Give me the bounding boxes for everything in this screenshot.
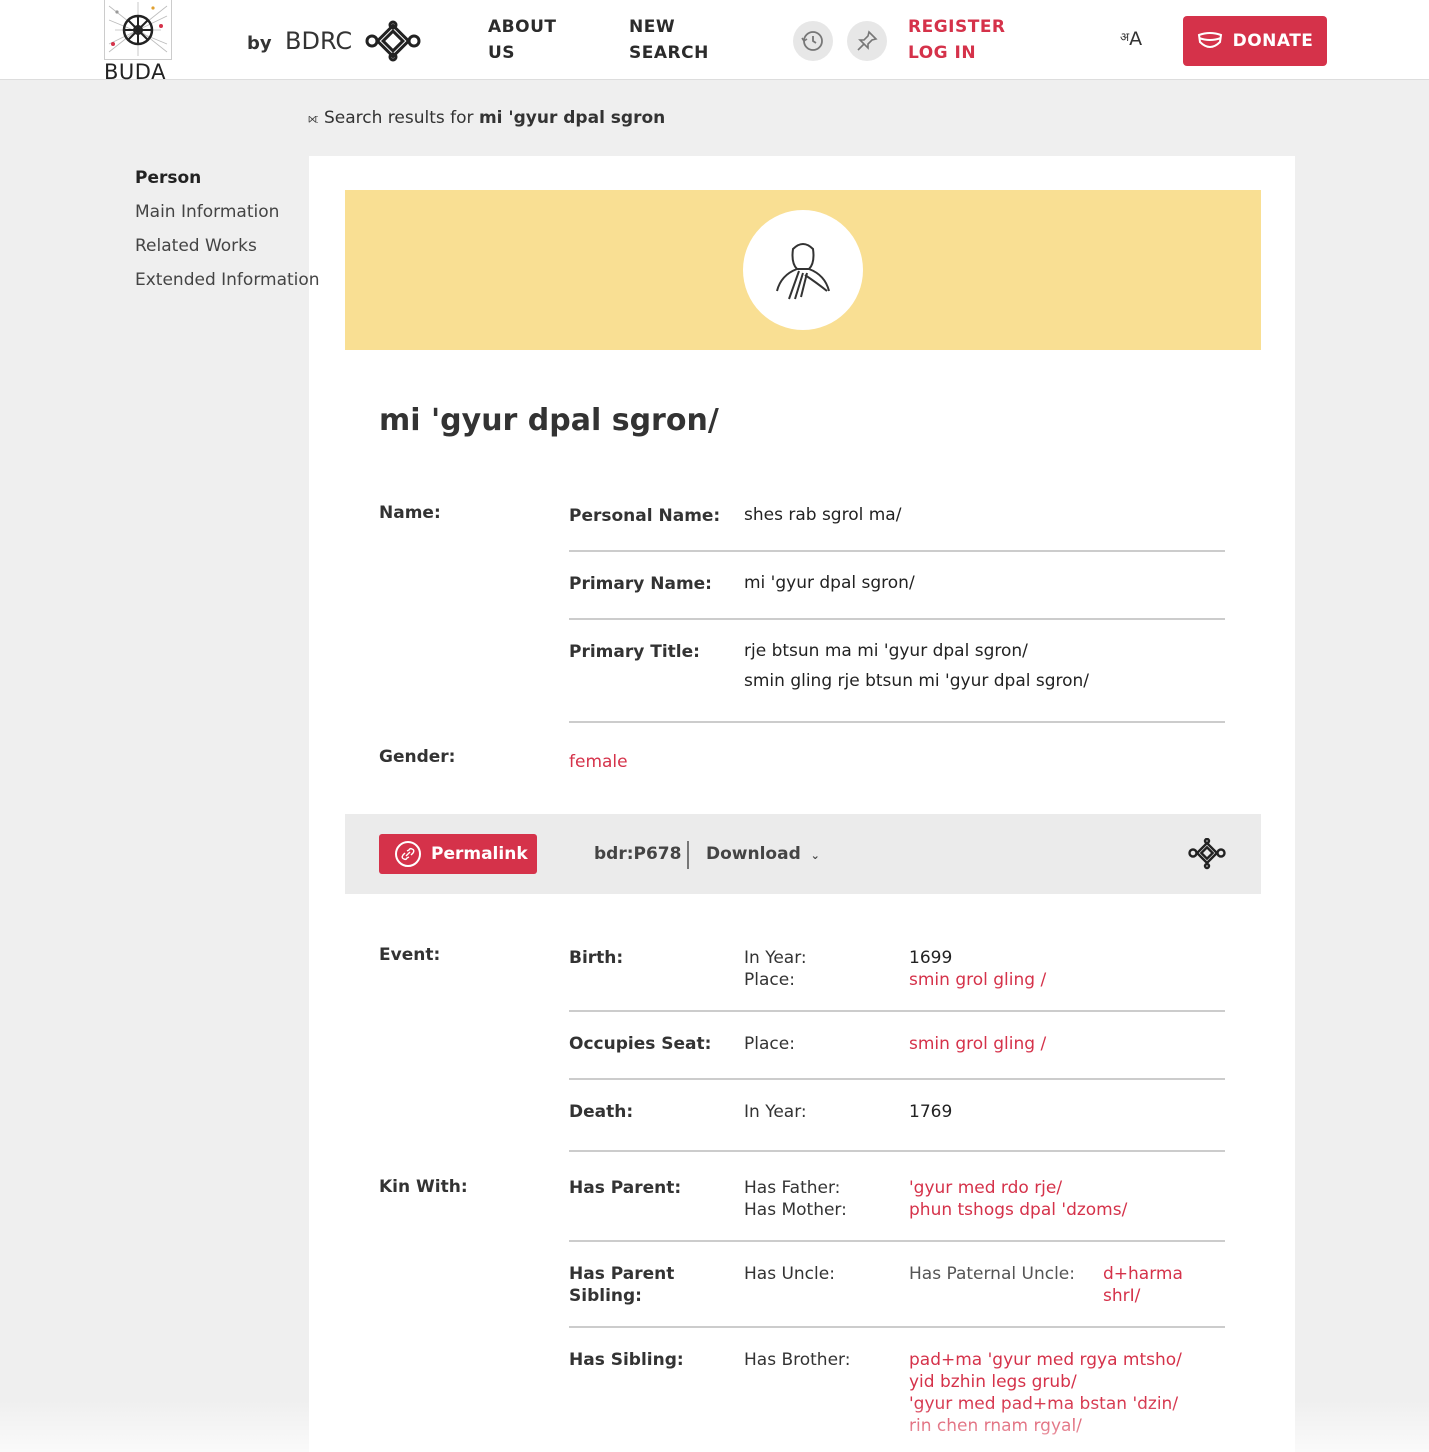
place-label: Place: [744,1034,795,1054]
sidebar-item-main-information[interactable]: Main Information [135,202,279,222]
personal-name-label: Personal Name: [569,506,721,526]
breadcrumb-prefix: Search results for [323,108,479,128]
brother-link[interactable]: rin chen rnam rgyal/ [909,1415,1082,1437]
pin-button[interactable] [847,21,887,61]
has-sibling-label: Has Sibling: [569,1350,684,1370]
new-search-link[interactable]: New Search [629,14,709,66]
primary-title-value-2: smin gling rje btsun mi 'gyur dpal sgron… [744,671,1090,691]
has-uncle-label: Has Uncle: [744,1264,835,1284]
search-results-breadcrumb[interactable]: ⟖ Search results for mi 'gyur dpal sgron [308,108,665,128]
download-label: Download [706,844,801,864]
buda-logo[interactable] [104,0,172,60]
permalink-button[interactable]: Permalink [379,834,537,874]
primary-name-label: Primary Name: [569,574,712,594]
top-header: BUDA by BDRC About Us New Search Registe… [0,0,1429,84]
login-link[interactable]: Log In [908,40,1006,66]
brother-link[interactable]: pad+ma 'gyur med rgya mtsho/ [909,1349,1182,1371]
primary-name-value: mi 'gyur dpal sgron/ [744,573,915,593]
register-link[interactable]: Register [908,14,1006,40]
birth-year-value: 1699 [909,948,953,968]
separator [687,841,689,869]
sidebar-title[interactable]: Person [135,168,201,188]
seat-place-link[interactable]: smin grol gling / [909,1033,1046,1055]
resource-id: bdr:P678 [594,844,682,864]
language-toggle[interactable]: अA [1120,28,1142,50]
download-dropdown[interactable]: Download ⌄ [706,844,820,864]
primary-title-label: Primary Title: [569,642,700,662]
pin-icon [857,30,878,51]
divider [569,1010,1225,1012]
breadcrumb-query: mi 'gyur dpal sgron [478,108,666,128]
back-icon: ⟖ [308,111,319,127]
person-icon [776,243,830,300]
death-label: Death: [569,1102,634,1122]
link-icon [395,841,421,867]
mother-link[interactable]: phun tshogs dpal 'dzoms/ [909,1199,1127,1221]
donate-label: Donate [1232,31,1314,51]
lang-small-glyph: अ [1120,30,1130,44]
divider [569,1078,1225,1080]
birth-place-link[interactable]: smin grol gling / [909,969,1046,991]
has-parent-label: Has Parent: [569,1178,682,1198]
has-father-label: Has Father: [744,1178,841,1198]
history-button[interactable] [793,21,833,61]
primary-title-value-1: rje btsun ma mi 'gyur dpal sgron/ [744,641,1028,661]
new-search-line-1: New [629,17,676,37]
logo-text: BUDA [104,60,166,84]
about-line-2: Us [488,43,516,63]
donate-button[interactable]: Donate [1183,16,1327,66]
has-parent-sibling-label-1: Has Parent [569,1264,675,1284]
in-year-label: In Year: [744,948,807,968]
divider [569,1326,1225,1328]
gender-value-link[interactable]: female [569,751,628,773]
death-year-value: 1769 [909,1102,953,1122]
person-name-heading: mi 'gyur dpal sgron/ [379,403,719,438]
personal-name-value: shes rab sgrol ma/ [744,505,902,525]
person-card [309,156,1295,1452]
uncle-link-line-1[interactable]: d+harma [1103,1263,1183,1285]
has-paternal-uncle-label: Has Paternal Uncle: [909,1264,1075,1284]
lang-big-glyph: A [1129,28,1143,50]
divider [569,1150,1225,1152]
has-brother-label: Has Brother: [744,1350,851,1370]
name-label: Name: [379,503,441,523]
event-label: Event: [379,945,441,965]
birth-label: Birth: [569,948,624,968]
permalink-label: Permalink [431,844,528,864]
in-year-label: In Year: [744,1102,807,1122]
occupies-seat-label: Occupies Seat: [569,1034,712,1054]
sidebar-item-extended-information[interactable]: Extended Information [135,270,320,290]
gender-label: Gender: [379,747,456,767]
divider [569,550,1225,552]
uncle-link-line-2[interactable]: shrI/ [1103,1285,1140,1307]
bdrc-label[interactable]: BDRC [285,27,352,55]
father-link[interactable]: 'gyur med rdo rje/ [909,1177,1062,1199]
auth-links: Register Log In [908,14,1006,66]
endless-knot-icon [1188,838,1226,870]
about-line-1: About [488,17,557,37]
has-parent-sibling-label-2: Sibling: [569,1286,642,1306]
brother-link[interactable]: yid bzhin legs grub/ [909,1371,1077,1393]
sidebar-item-related-works[interactable]: Related Works [135,236,257,256]
history-icon [801,31,823,51]
about-us-link[interactable]: About Us [488,14,556,66]
avatar [743,210,863,330]
new-search-line-2: Search [629,43,709,63]
endless-knot-icon[interactable] [364,20,422,62]
brother-link[interactable]: 'gyur med pad+ma bstan 'dzin/ [909,1393,1178,1415]
divider [569,1240,1225,1242]
has-mother-label: Has Mother: [744,1200,847,1220]
kin-with-label: Kin With: [379,1177,468,1197]
bowl-icon [1197,32,1222,48]
place-label: Place: [744,970,795,990]
chevron-down-icon: ⌄ [810,849,820,862]
divider [569,721,1225,723]
divider [569,618,1225,620]
by-label: by [247,33,272,54]
